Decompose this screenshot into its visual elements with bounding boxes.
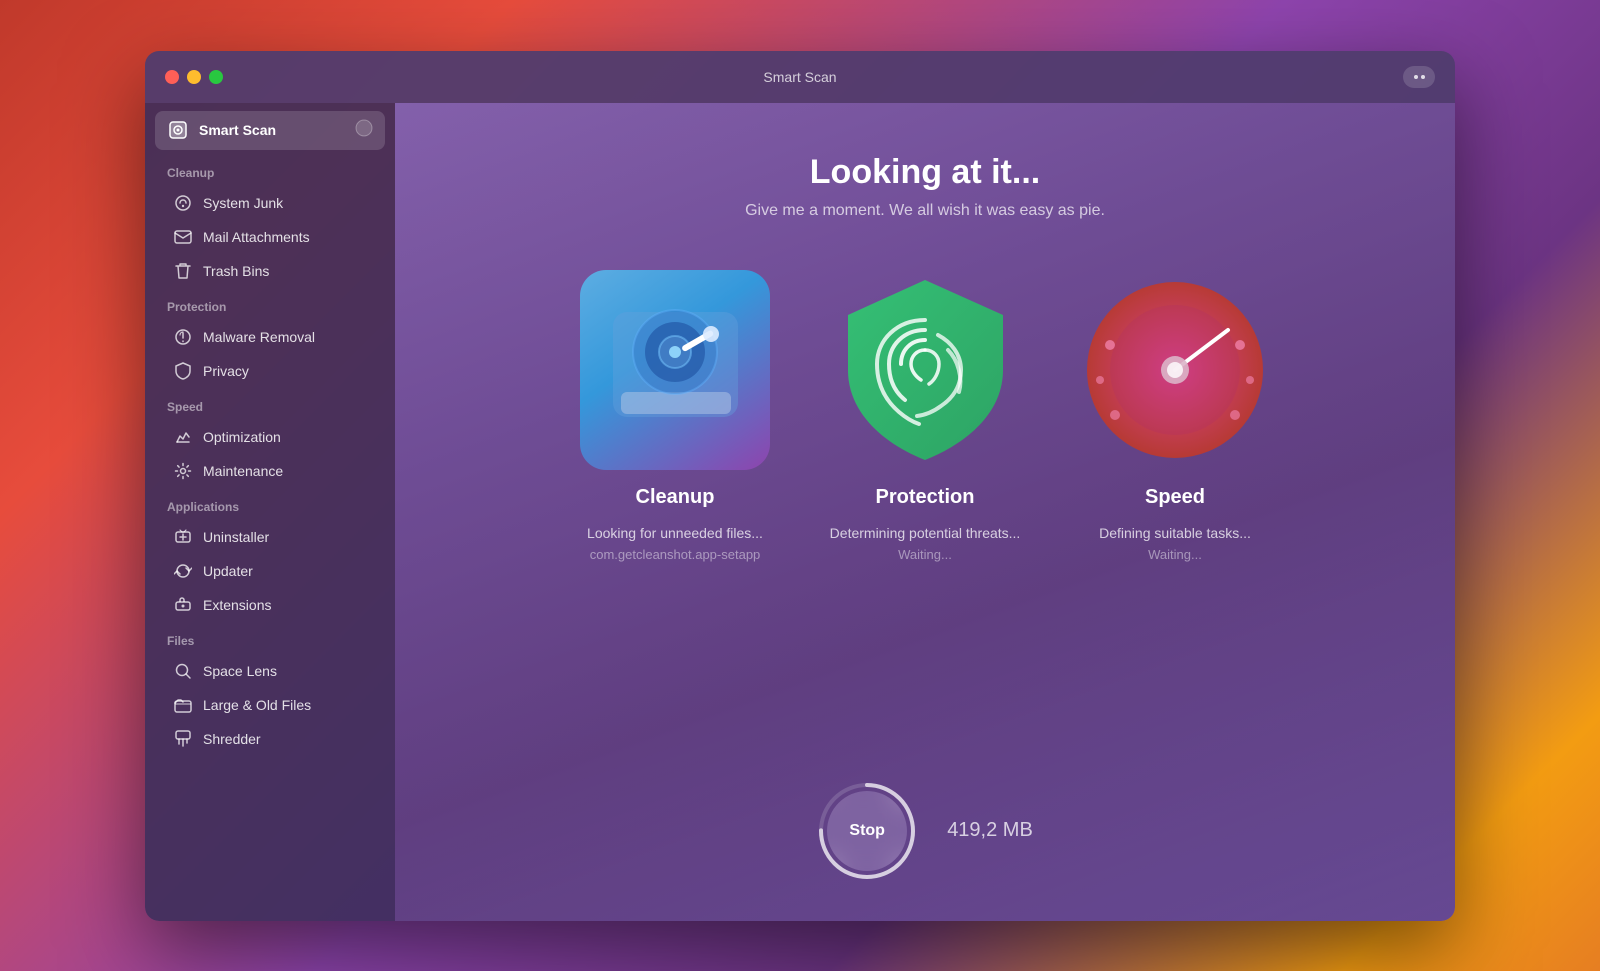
more-options-button[interactable] <box>1403 66 1435 88</box>
window-body: Smart Scan Cleanup System Junk <box>145 103 1455 921</box>
size-display: 419,2 MB <box>947 819 1033 842</box>
scan-cards-row: Cleanup Looking for unneeded files... co… <box>575 270 1275 562</box>
sidebar-item-system-junk[interactable]: System Junk <box>151 186 389 220</box>
speed-card-title: Speed <box>1145 486 1205 509</box>
speed-card-icon <box>1080 270 1270 470</box>
sidebar-item-extensions[interactable]: Extensions <box>151 588 389 622</box>
sidebar-item-large-old-files[interactable]: Large & Old Files <box>151 688 389 722</box>
extensions-icon <box>173 595 193 615</box>
traffic-lights <box>165 70 223 84</box>
sidebar-item-smart-scan[interactable]: Smart Scan <box>155 111 385 150</box>
stop-area: Stop 419,2 MB <box>817 781 1033 881</box>
extensions-label: Extensions <box>203 597 271 613</box>
cleanup-card: Cleanup Looking for unneeded files... co… <box>575 270 775 562</box>
system-junk-icon <box>173 193 193 213</box>
optimization-label: Optimization <box>203 429 281 445</box>
main-subtitle: Give me a moment. We all wish it was eas… <box>745 202 1105 220</box>
dot1 <box>1414 75 1418 79</box>
section-speed-label: Speed <box>145 388 395 420</box>
cleanup-card-status: Looking for unneeded files... <box>587 525 763 541</box>
updater-icon <box>173 561 193 581</box>
window-title: Smart Scan <box>763 69 836 85</box>
sidebar: Smart Scan Cleanup System Junk <box>145 103 395 921</box>
titlebar: Smart Scan <box>145 51 1455 103</box>
main-title: Looking at it... <box>810 153 1040 192</box>
uninstaller-label: Uninstaller <box>203 529 269 545</box>
cleanup-card-sub-status: com.getcleanshot.app-setapp <box>590 547 761 562</box>
gauge-icon-svg <box>1080 270 1270 470</box>
privacy-label: Privacy <box>203 363 249 379</box>
sidebar-item-privacy[interactable]: Privacy <box>151 354 389 388</box>
sidebar-item-optimization[interactable]: Optimization <box>151 420 389 454</box>
mail-icon <box>173 227 193 247</box>
space-lens-icon <box>173 661 193 681</box>
main-content: Looking at it... Give me a moment. We al… <box>395 103 1455 921</box>
section-protection-label: Protection <box>145 288 395 320</box>
shredder-icon <box>173 729 193 749</box>
large-old-files-label: Large & Old Files <box>203 697 311 713</box>
stop-button[interactable]: Stop <box>827 791 907 871</box>
close-button[interactable] <box>165 70 179 84</box>
shield-icon-svg <box>833 270 1018 470</box>
speed-card-sub-status: Waiting... <box>1148 547 1202 562</box>
maintenance-icon <box>173 461 193 481</box>
large-files-icon <box>173 695 193 715</box>
trash-icon <box>173 261 193 281</box>
cleanup-card-icon <box>580 270 770 470</box>
scan-icon <box>167 119 189 141</box>
sidebar-item-shredder[interactable]: Shredder <box>151 722 389 756</box>
mail-attachments-label: Mail Attachments <box>203 229 310 245</box>
dot2 <box>1421 75 1425 79</box>
cleanup-card-title: Cleanup <box>636 486 715 509</box>
sidebar-item-trash-bins[interactable]: Trash Bins <box>151 254 389 288</box>
uninstaller-icon <box>173 527 193 547</box>
privacy-icon <box>173 361 193 381</box>
trash-bins-label: Trash Bins <box>203 263 269 279</box>
optimization-icon <box>173 427 193 447</box>
malware-removal-label: Malware Removal <box>203 329 315 345</box>
shredder-label: Shredder <box>203 731 261 747</box>
protection-card-status: Determining potential threats... <box>830 525 1021 541</box>
app-window: Smart Scan Smart Scan <box>145 51 1455 921</box>
sidebar-item-mail-attachments[interactable]: Mail Attachments <box>151 220 389 254</box>
protection-card-icon <box>830 270 1020 470</box>
maximize-button[interactable] <box>209 70 223 84</box>
sidebar-item-updater[interactable]: Updater <box>151 554 389 588</box>
section-cleanup-label: Cleanup <box>145 154 395 186</box>
speed-card: Speed Defining suitable tasks... Waiting… <box>1075 270 1275 562</box>
protection-card-sub-status: Waiting... <box>898 547 952 562</box>
notification-indicator <box>355 119 373 142</box>
stop-button-wrap: Stop <box>817 781 917 881</box>
section-files-label: Files <box>145 622 395 654</box>
system-junk-label: System Junk <box>203 195 283 211</box>
minimize-button[interactable] <box>187 70 201 84</box>
protection-card: Protection Determining potential threats… <box>825 270 1025 562</box>
disk-icon-svg <box>603 292 748 447</box>
maintenance-label: Maintenance <box>203 463 283 479</box>
malware-icon <box>173 327 193 347</box>
sidebar-item-maintenance[interactable]: Maintenance <box>151 454 389 488</box>
speed-card-status: Defining suitable tasks... <box>1099 525 1251 541</box>
smart-scan-label: Smart Scan <box>199 122 345 138</box>
space-lens-label: Space Lens <box>203 663 277 679</box>
section-applications-label: Applications <box>145 488 395 520</box>
sidebar-item-malware-removal[interactable]: Malware Removal <box>151 320 389 354</box>
updater-label: Updater <box>203 563 253 579</box>
sidebar-item-uninstaller[interactable]: Uninstaller <box>151 520 389 554</box>
protection-card-title: Protection <box>876 486 975 509</box>
sidebar-item-space-lens[interactable]: Space Lens <box>151 654 389 688</box>
